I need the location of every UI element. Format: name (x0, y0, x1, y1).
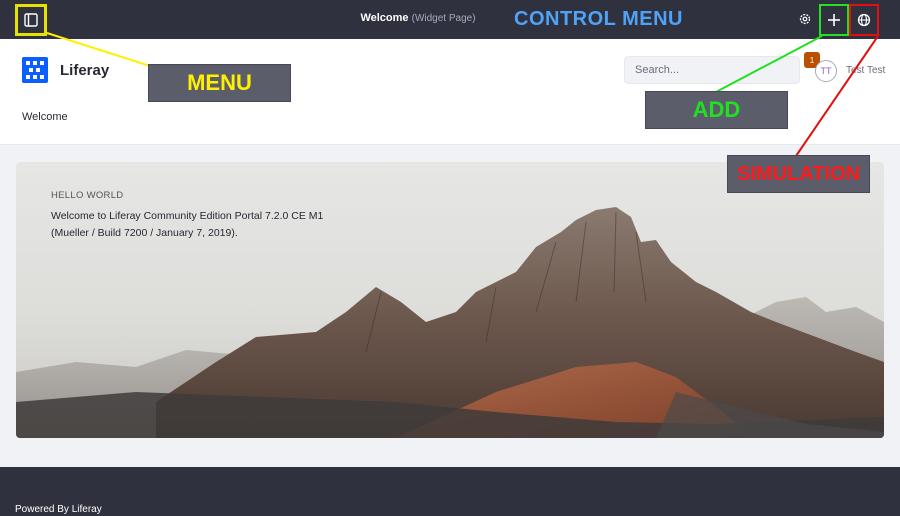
simulation-icon (857, 13, 871, 27)
page-title: Welcome (Widget Page) (0, 12, 836, 24)
user-name[interactable]: Test Test (846, 65, 885, 76)
user-avatar[interactable]: TT (815, 60, 837, 82)
hero-kicker: HELLO WORLD (51, 190, 124, 201)
nav-item-welcome[interactable]: Welcome (22, 111, 68, 123)
page-type-label: (Widget Page) (411, 13, 476, 24)
configure-page-button[interactable] (796, 10, 814, 28)
site-name[interactable]: Liferay (60, 62, 109, 79)
hero-banner: HELLO WORLD Welcome to Liferay Community… (16, 162, 884, 438)
simulation-button[interactable] (849, 4, 879, 36)
mountain-image (16, 207, 884, 438)
site-footer: Powered By Liferay (0, 467, 900, 516)
menu-annotation: MENU (148, 64, 291, 102)
add-annotation: ADD (645, 91, 788, 129)
control-menu-bar: Welcome (Widget Page) CONTROL MENU (0, 0, 900, 39)
simulation-annotation: SIMULATION (727, 155, 870, 193)
add-button[interactable] (819, 4, 849, 36)
hero-welcome-text: Welcome to Liferay Community Edition Por… (51, 208, 391, 242)
plus-icon (828, 14, 840, 26)
hero-line-2: (Mueller / Build 7200 / January 7, 2019)… (51, 227, 238, 239)
page-title-name: Welcome (360, 12, 409, 24)
hero-line-1: Welcome to Liferay Community Edition Por… (51, 210, 324, 222)
control-menu-annotation: CONTROL MENU (514, 8, 683, 30)
search-input[interactable] (624, 56, 800, 84)
liferay-logo-icon[interactable] (22, 57, 48, 83)
footer-text[interactable]: Powered By Liferay (15, 504, 102, 515)
gear-icon (799, 13, 811, 25)
